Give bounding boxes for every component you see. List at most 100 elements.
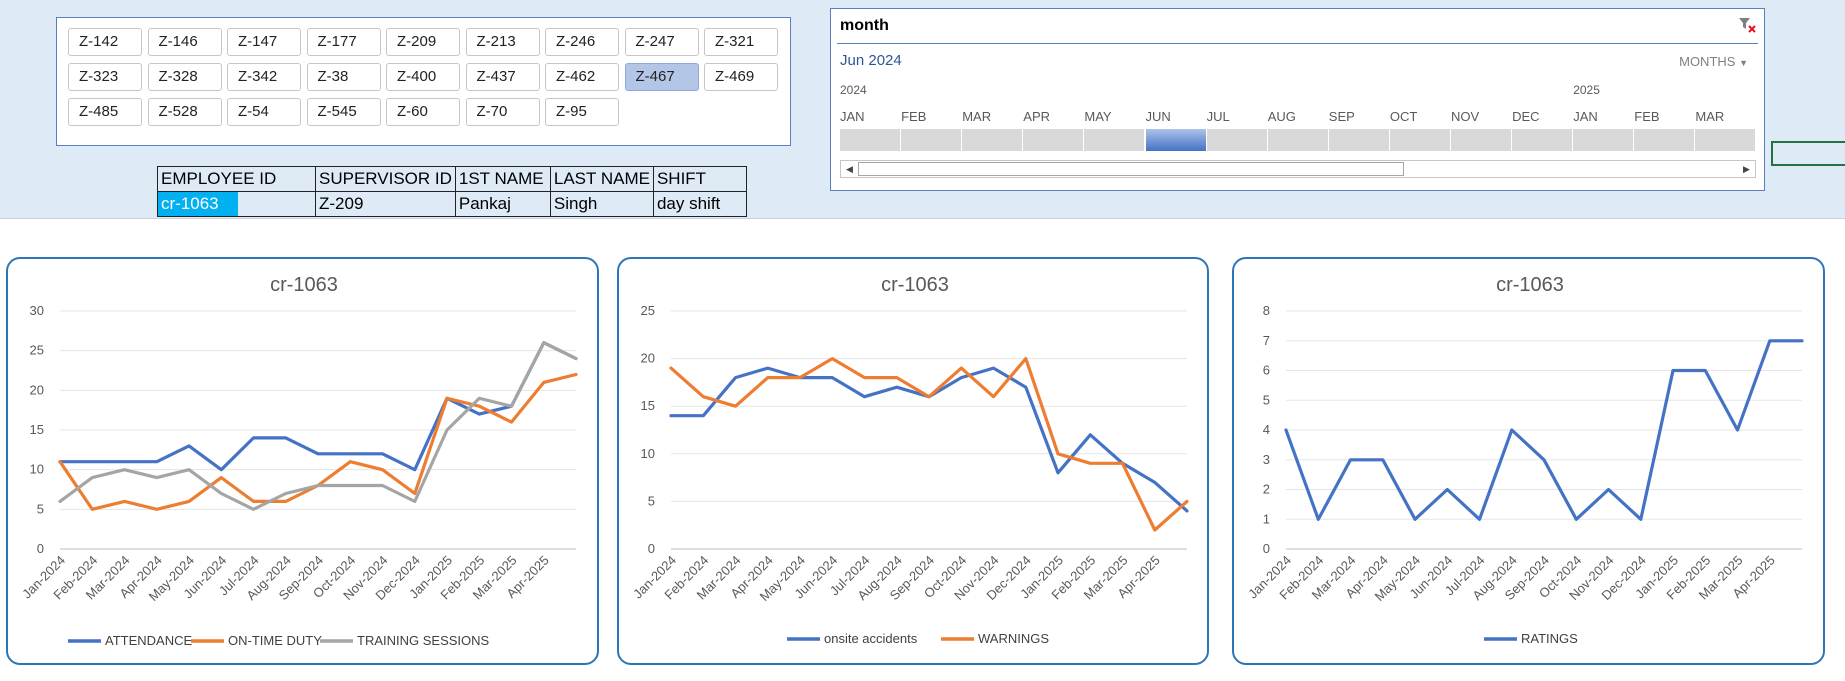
timeline-month-bar[interactable] — [1328, 129, 1389, 151]
timeline-month-bar[interactable] — [901, 129, 962, 151]
supervisor-slicer: Z-142 Z-146 Z-147 Z-177 Z-209 Z-213 Z-246 Z-247… — [56, 17, 791, 146]
timeline-month-bar[interactable] — [1023, 129, 1084, 151]
timeline-month-bar[interactable] — [1512, 129, 1573, 151]
y-tick-label: 20 — [641, 351, 655, 366]
header-first-name[interactable]: 1ST NAME — [454, 166, 551, 192]
legend-label: TRAINING SESSIONS — [357, 633, 490, 648]
timeline-month-label: JUN — [1145, 109, 1171, 124]
timeline-month-bar[interactable] — [1084, 129, 1145, 151]
scroll-left-icon[interactable]: ◀ — [842, 162, 857, 176]
y-tick-label: 20 — [30, 382, 44, 397]
slicer-item-z-177[interactable]: Z-177 — [306, 28, 381, 56]
timeline-scroll-thumb[interactable] — [858, 162, 1404, 176]
y-tick-label: 5 — [1263, 392, 1270, 407]
slicer-item-z-437[interactable]: Z-437 — [465, 63, 540, 91]
accidents-warnings-line-chart: cr-10630510152025Jan-2024Feb-2024Mar-202… — [630, 274, 1189, 646]
slicer-item-z-545[interactable]: Z-545 — [306, 98, 381, 126]
slicer-item-z-323[interactable]: Z-323 — [68, 63, 142, 91]
series-line-training-sessions[interactable] — [58, 341, 578, 511]
timeline-year-2025: 2025 — [1573, 83, 1600, 97]
slicer-item-z-60[interactable]: Z-60 — [386, 98, 460, 126]
timeline-month-label: MAR — [962, 109, 992, 124]
y-tick-label: 5 — [648, 493, 655, 508]
timeline-month-label: MAR — [1695, 109, 1725, 124]
timeline-month-bar[interactable] — [1451, 129, 1512, 151]
timeline-level-label: MONTHS — [1679, 54, 1736, 69]
clear-filter-icon[interactable] — [1738, 16, 1756, 34]
chart-card-ratings[interactable]: cr-1063 0 1 2 3 4 5 6 7 8 Jan-2024 Feb-2024 Mar-2024… — [1232, 257, 1825, 665]
slicer-item-z-146[interactable]: Z-146 — [147, 28, 222, 56]
header-employee-id[interactable]: EMPLOYEE ID — [157, 166, 316, 192]
slicer-item-z-400[interactable]: Z-400 — [386, 63, 460, 91]
timeline-month-label: NOV — [1451, 109, 1480, 124]
timeline-selected-period: Jun 2024 — [840, 52, 902, 69]
y-tick-label: 2 — [1263, 482, 1270, 497]
timeline-month-bar[interactable] — [1267, 129, 1328, 151]
slicer-item-z-213[interactable]: Z-213 — [465, 28, 540, 56]
slicer-item-z-246[interactable]: Z-246 — [545, 28, 619, 56]
slicer-item-z-209[interactable]: Z-209 — [386, 28, 460, 56]
first-name-cell[interactable]: Pankaj — [454, 191, 551, 217]
series-line-attendance[interactable] — [58, 341, 578, 472]
y-tick-label: 0 — [648, 541, 655, 556]
slicer-item-z-469[interactable]: Z-469 — [704, 63, 778, 91]
series-line-warnings[interactable] — [669, 356, 1189, 532]
timeline-month-bar-selected[interactable] — [1145, 129, 1206, 151]
timeline-month-label: JAN — [1573, 109, 1598, 124]
header-last-name[interactable]: LAST NAME — [549, 166, 654, 192]
timeline-month-label: OCT — [1389, 109, 1418, 124]
chart-title: cr-1063 — [881, 274, 949, 296]
supervisor-id-cell[interactable]: Z-209 — [315, 191, 456, 217]
timeline-month-bar[interactable] — [1634, 129, 1695, 151]
timeline-month-bar[interactable] — [962, 129, 1023, 151]
slicer-item-z-485[interactable]: Z-485 — [68, 98, 142, 126]
timeline-level-dropdown[interactable]: MONTHS ▼ — [1679, 54, 1748, 69]
y-tick-label: 5 — [37, 501, 44, 516]
timeline-month-bar[interactable] — [1206, 129, 1267, 151]
legend-label: ATTENDANCE — [105, 633, 192, 648]
slicer-item-z-147[interactable]: Z-147 — [227, 28, 301, 56]
slicer-item-z-95[interactable]: Z-95 — [545, 98, 619, 126]
slicer-item-z-247[interactable]: Z-247 — [624, 28, 699, 56]
shift-cell[interactable]: day shift — [652, 191, 747, 217]
timeline-month-label: APR — [1023, 109, 1051, 124]
timeline-scrollbar[interactable]: ◀ ▶ — [840, 160, 1756, 178]
slicer-item-z-462[interactable]: Z-462 — [545, 63, 619, 91]
chart-card-attendance[interactable]: cr-1063 0 5 10 15 20 25 30 Jan-2024 Feb-2024 Mar-2… — [6, 257, 599, 665]
timeline-month-bar[interactable] — [840, 129, 901, 151]
slicer-item-z-321[interactable]: Z-321 — [704, 28, 778, 56]
employee-id-cell[interactable]: cr-1063 — [157, 191, 316, 217]
timeline-month-label: JAN — [840, 109, 865, 124]
slicer-item-z-54[interactable]: Z-54 — [227, 98, 301, 126]
timeline-month-label: FEB — [1634, 109, 1660, 124]
chevron-down-icon: ▼ — [1739, 58, 1748, 68]
header-supervisor-id[interactable]: SUPERVISOR ID — [315, 166, 456, 192]
last-name-cell[interactable]: Singh — [549, 191, 654, 217]
chart-card-accidents[interactable]: cr-1063 0 5 10 15 20 25 Jan-2024 Feb-2024 Mar-202… — [617, 257, 1209, 665]
timeline-month-bar[interactable] — [1389, 129, 1450, 151]
legend-label: RATINGS — [1521, 631, 1578, 646]
slicer-item-z-328[interactable]: Z-328 — [147, 63, 222, 91]
slicer-item-z-467[interactable]: Z-467 — [624, 63, 699, 91]
timeline-month-label: FEB — [901, 109, 927, 124]
timeline-month-bar[interactable] — [1573, 129, 1634, 151]
y-tick-label: 15 — [641, 398, 655, 413]
header-shift[interactable]: SHIFT — [652, 166, 747, 192]
y-tick-label: 10 — [30, 462, 44, 477]
y-tick-label: 25 — [641, 303, 655, 318]
timeline-month-bar[interactable] — [1695, 129, 1756, 151]
scroll-right-icon[interactable]: ▶ — [1739, 162, 1754, 176]
series-line-onsite-accidents[interactable] — [669, 366, 1189, 513]
slicer-item-z-70[interactable]: Z-70 — [465, 98, 540, 126]
y-tick-label: 8 — [1263, 303, 1270, 318]
slicer-item-z-142[interactable]: Z-142 — [68, 28, 142, 56]
employee-table: EMPLOYEE ID SUPERVISOR ID 1ST NAME LAST … — [157, 166, 747, 217]
slicer-item-z-528[interactable]: Z-528 — [147, 98, 222, 126]
series-line-on-time-duty[interactable] — [58, 372, 578, 511]
y-tick-label: 4 — [1263, 422, 1270, 437]
timeline-divider — [837, 43, 1758, 44]
slicer-item-z-342[interactable]: Z-342 — [227, 63, 301, 91]
employee-id-value[interactable]: cr-1063 — [158, 192, 238, 216]
slicer-item-z-38[interactable]: Z-38 — [306, 63, 381, 91]
y-tick-label: 0 — [37, 541, 44, 556]
